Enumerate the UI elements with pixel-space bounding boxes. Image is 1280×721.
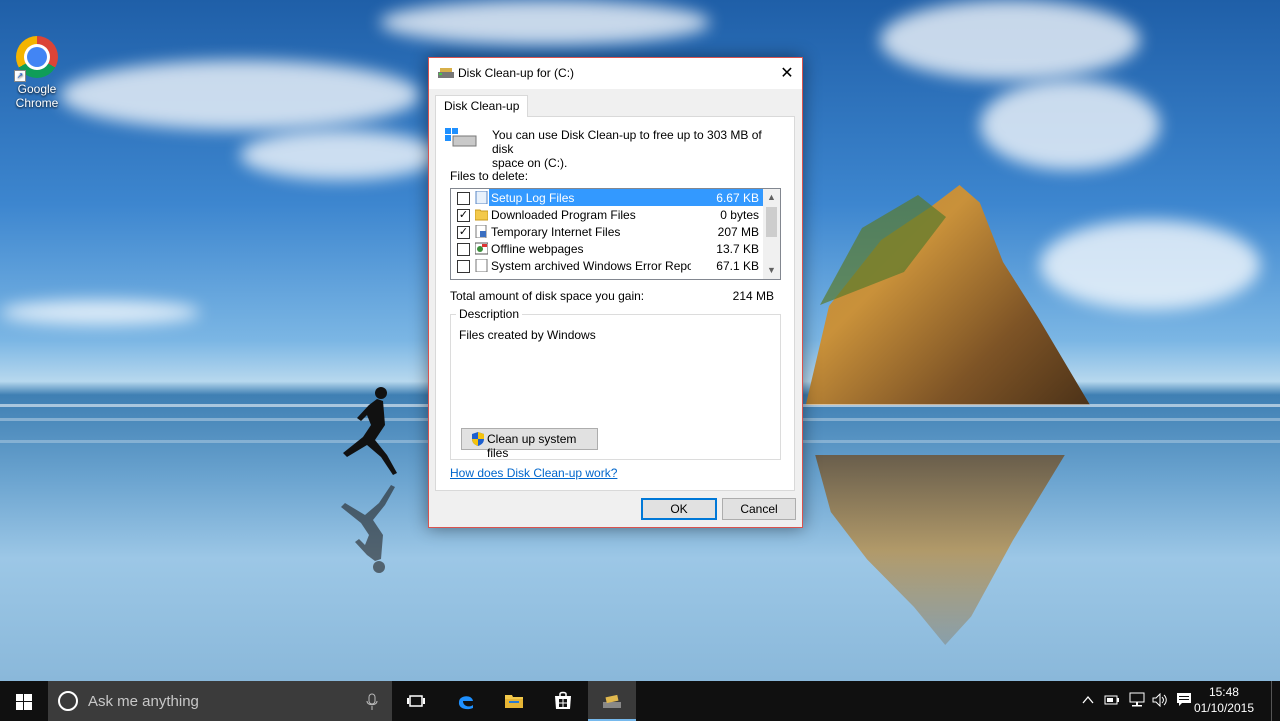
clock[interactable]: 15:48 01/10/2015 [1194, 684, 1254, 716]
clean-up-system-files-label: Clean up system files [487, 432, 577, 460]
rock-reflection [815, 455, 1065, 645]
desktop-icon-chrome[interactable]: ↗ Google Chrome [10, 36, 64, 110]
close-icon: ✕ [780, 65, 794, 82]
cloud [380, 0, 710, 45]
file-size: 67.1 KB [716, 259, 759, 273]
cloud [60, 60, 420, 130]
list-item[interactable]: ✓ Downloaded Program Files 0 bytes [451, 206, 763, 223]
file-checkbox[interactable]: ✓ [457, 209, 470, 222]
offline-page-icon [475, 242, 488, 255]
ok-button[interactable]: OK [641, 498, 717, 520]
search-box[interactable]: Ask me anything [48, 681, 392, 721]
files-to-delete-label: Files to delete: [450, 169, 529, 183]
disk-cleanup-taskbar-button[interactable] [588, 681, 636, 721]
volume-icon[interactable] [1152, 693, 1168, 707]
cortana-icon [58, 691, 78, 711]
disk-cleanup-dialog: Disk Clean-up for (C:) ✕ Disk Clean-up Y… [428, 57, 803, 528]
file-name: System archived Windows Error Repor... [491, 259, 691, 273]
file-name: Temporary Internet Files [491, 225, 621, 239]
file-icon [475, 259, 488, 272]
cancel-button[interactable]: Cancel [722, 498, 796, 520]
list-item[interactable]: Offline webpages 13.7 KB [451, 240, 763, 257]
scroll-thumb[interactable] [766, 207, 777, 237]
list-item[interactable]: Setup Log Files 6.67 KB [451, 189, 763, 206]
description-text: Files created by Windows [459, 328, 596, 342]
list-item[interactable]: System archived Windows Error Repor... 6… [451, 257, 763, 274]
power-icon[interactable] [1104, 693, 1120, 707]
edge-button[interactable] [442, 681, 490, 721]
cloud [1040, 220, 1260, 310]
start-button[interactable] [0, 681, 48, 721]
clean-up-system-files-button[interactable]: Clean up system files [461, 428, 598, 460]
scroll-up-icon[interactable]: ▲ [763, 189, 780, 206]
task-view-button[interactable] [392, 681, 440, 721]
file-checkbox[interactable] [457, 192, 470, 205]
file-name: Downloaded Program Files [491, 208, 636, 222]
intro-text: You can use Disk Clean-up to free up to … [492, 128, 772, 170]
desktop-icon-label: Google [17, 82, 57, 96]
chevron-up-icon[interactable] [1082, 694, 1094, 706]
folder-icon [475, 209, 488, 221]
desktop-icon-label: Chrome [15, 96, 59, 110]
file-checkbox[interactable]: ✓ [457, 226, 470, 239]
uac-shield-icon [472, 432, 484, 446]
task-view-icon [407, 695, 425, 707]
tab-disk-cleanup[interactable]: Disk Clean-up [435, 95, 529, 117]
runner-reflection [341, 485, 395, 573]
file-size: 0 bytes [720, 208, 759, 222]
windows-logo-icon [16, 694, 32, 710]
clock-date: 01/10/2015 [1193, 701, 1254, 715]
cloud [0, 300, 200, 325]
file-checkbox[interactable] [457, 260, 470, 273]
search-placeholder: Ask me anything [88, 693, 199, 710]
shortcut-arrow-icon: ↗ [14, 70, 26, 82]
file-size: 13.7 KB [716, 242, 759, 256]
cloud [880, 0, 1140, 80]
microphone-icon[interactable] [364, 693, 380, 711]
file-name: Offline webpages [491, 242, 584, 256]
file-explorer-icon [505, 695, 523, 708]
dialog-title: Disk Clean-up for (C:) [458, 66, 575, 80]
show-desktop-button[interactable] [1271, 681, 1280, 721]
network-icon[interactable] [1128, 692, 1146, 708]
file-lock-icon [475, 225, 487, 238]
drive-icon [445, 128, 477, 147]
store-button[interactable] [539, 681, 587, 721]
list-scrollbar[interactable]: ▲ ▼ [763, 189, 780, 279]
list-item[interactable]: ✓ Temporary Internet Files 207 MB [451, 223, 763, 240]
cloud [240, 130, 440, 180]
file-checkbox[interactable] [457, 243, 470, 256]
intro-line: space on (C:). [492, 156, 568, 170]
intro-line: You can use Disk Clean-up to free up to … [492, 128, 762, 156]
runner-silhouette [343, 387, 397, 475]
files-listbox[interactable]: Setup Log Files 6.67 KB ✓ Downloaded Pro… [450, 188, 781, 280]
file-size: 207 MB [717, 225, 759, 239]
file-size: 6.67 KB [716, 191, 759, 205]
scroll-down-icon[interactable]: ▼ [763, 262, 780, 279]
cloud [980, 80, 1160, 170]
store-icon [555, 691, 571, 709]
taskbar: Ask me anything 15:48 01/10/2015 [0, 681, 1280, 721]
help-link[interactable]: How does Disk Clean-up work? [450, 466, 617, 480]
clock-time: 15:48 [1208, 685, 1239, 699]
disk-cleanup-icon [438, 68, 454, 78]
file-icon [475, 191, 488, 204]
total-gain-label: Total amount of disk space you gain: [450, 289, 645, 303]
file-name: Setup Log Files [491, 191, 575, 205]
total-gain-value: 214 MB [732, 289, 774, 303]
disk-cleanup-icon [603, 694, 621, 708]
action-center-icon[interactable] [1176, 692, 1192, 708]
close-button[interactable]: ✕ [772, 58, 802, 89]
file-explorer-button[interactable] [490, 681, 538, 721]
title-bar[interactable]: Disk Clean-up for (C:) ✕ [429, 58, 802, 89]
description-legend: Description [456, 307, 523, 321]
edge-icon [458, 696, 473, 710]
